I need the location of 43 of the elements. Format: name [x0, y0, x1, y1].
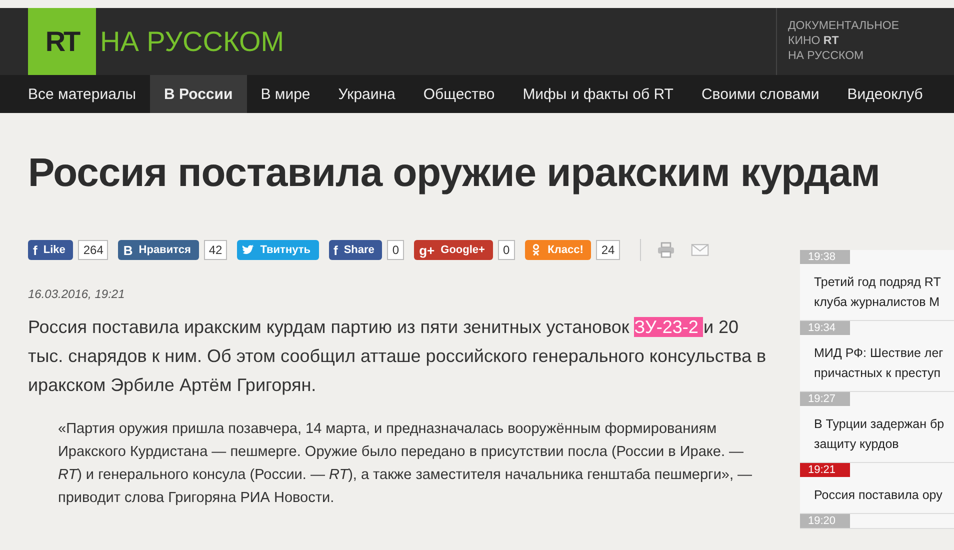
news-item[interactable]: 19:34 МИД РФ: Шествие лег причастных к преступ: [800, 321, 954, 392]
news-item[interactable]: 19:27 В Турции задержан бр защиту курдов: [800, 392, 954, 463]
nav-tab[interactable]: Мифы и факты об RT: [508, 75, 688, 113]
news-headline: причастных к преступ: [814, 365, 942, 382]
news-headline: МИД РФ: Шествие лег: [814, 345, 944, 362]
share-count: 0: [498, 240, 515, 260]
logo[interactable]: RT: [28, 8, 96, 75]
nav-tab[interactable]: В России: [150, 75, 247, 113]
time-badge: 19:38: [800, 250, 850, 264]
person-icon: [530, 244, 542, 256]
time-badge: 19:21: [800, 463, 850, 477]
share-button[interactable]: f Like: [28, 240, 74, 260]
news-headline: клуба журналистов М: [814, 294, 941, 311]
nav-tab[interactable]: Украина: [324, 75, 410, 113]
mail-icon[interactable]: [690, 242, 709, 258]
news-item[interactable]: 19:21 Россия поставила ору: [800, 463, 954, 514]
time-badge: 19:20: [800, 514, 850, 528]
share-button[interactable]: g+ Google+: [414, 240, 493, 260]
article-lead: Россия поставила иракским курдам партию из пяти зенитных установок ЗУ-23-2 и 20 тыс. снарядов к ним. Об этом сообщил атташе российского генерального консульства в иракском Эрбиле Артём Григорян.: [28, 316, 768, 397]
share-count: 24: [596, 240, 620, 260]
news-headline: Россия поставила ору: [814, 487, 942, 504]
site-name[interactable]: НА РУССКОМ: [100, 26, 284, 58]
article-quote: «Партия оружия пришла позавчера, 14 марта, и предназначалась вооружённым формированиям Иракского Курдистана — пешмерге. Оружие было передано в присутствии посла (России в Ираке. — RT) и генерального консула (России. — RT), а также заместителя начальника генштаба пешмерги», — приводит слова Григоряна РИА Новости.: [58, 420, 754, 508]
share-button[interactable]: f Share: [328, 240, 382, 260]
news-item[interactable]: 19:38 Третий год подряд RT клуба журналистов М: [800, 250, 954, 321]
article-title: Россия поставила оружие иракским курдам: [28, 150, 880, 197]
nav-tab[interactable]: Все материалы: [14, 75, 150, 113]
time-badge: 19:27: [800, 392, 850, 406]
nav-tab[interactable]: В мире: [246, 75, 324, 113]
news-headline: Третий год подряд RT: [814, 274, 941, 291]
share-count: 264: [78, 240, 108, 260]
publish-date: 16.03.2016, 19:21: [28, 287, 126, 301]
time-badge: 19:34: [800, 321, 850, 335]
news-headline: защиту курдов: [814, 436, 900, 453]
bird-icon: [242, 244, 254, 256]
share-count: 42: [204, 240, 228, 260]
nav-tab[interactable]: Видеоклуб: [833, 75, 937, 113]
news-headline: В Турции задержан бр: [814, 416, 944, 433]
nav-tab[interactable]: Своими словами: [687, 75, 834, 113]
share-button[interactable]: B Нравится: [118, 240, 199, 260]
print-icon[interactable]: [656, 242, 675, 258]
share-count: 0: [387, 240, 404, 260]
nav-tab[interactable]: Общество: [409, 75, 509, 113]
